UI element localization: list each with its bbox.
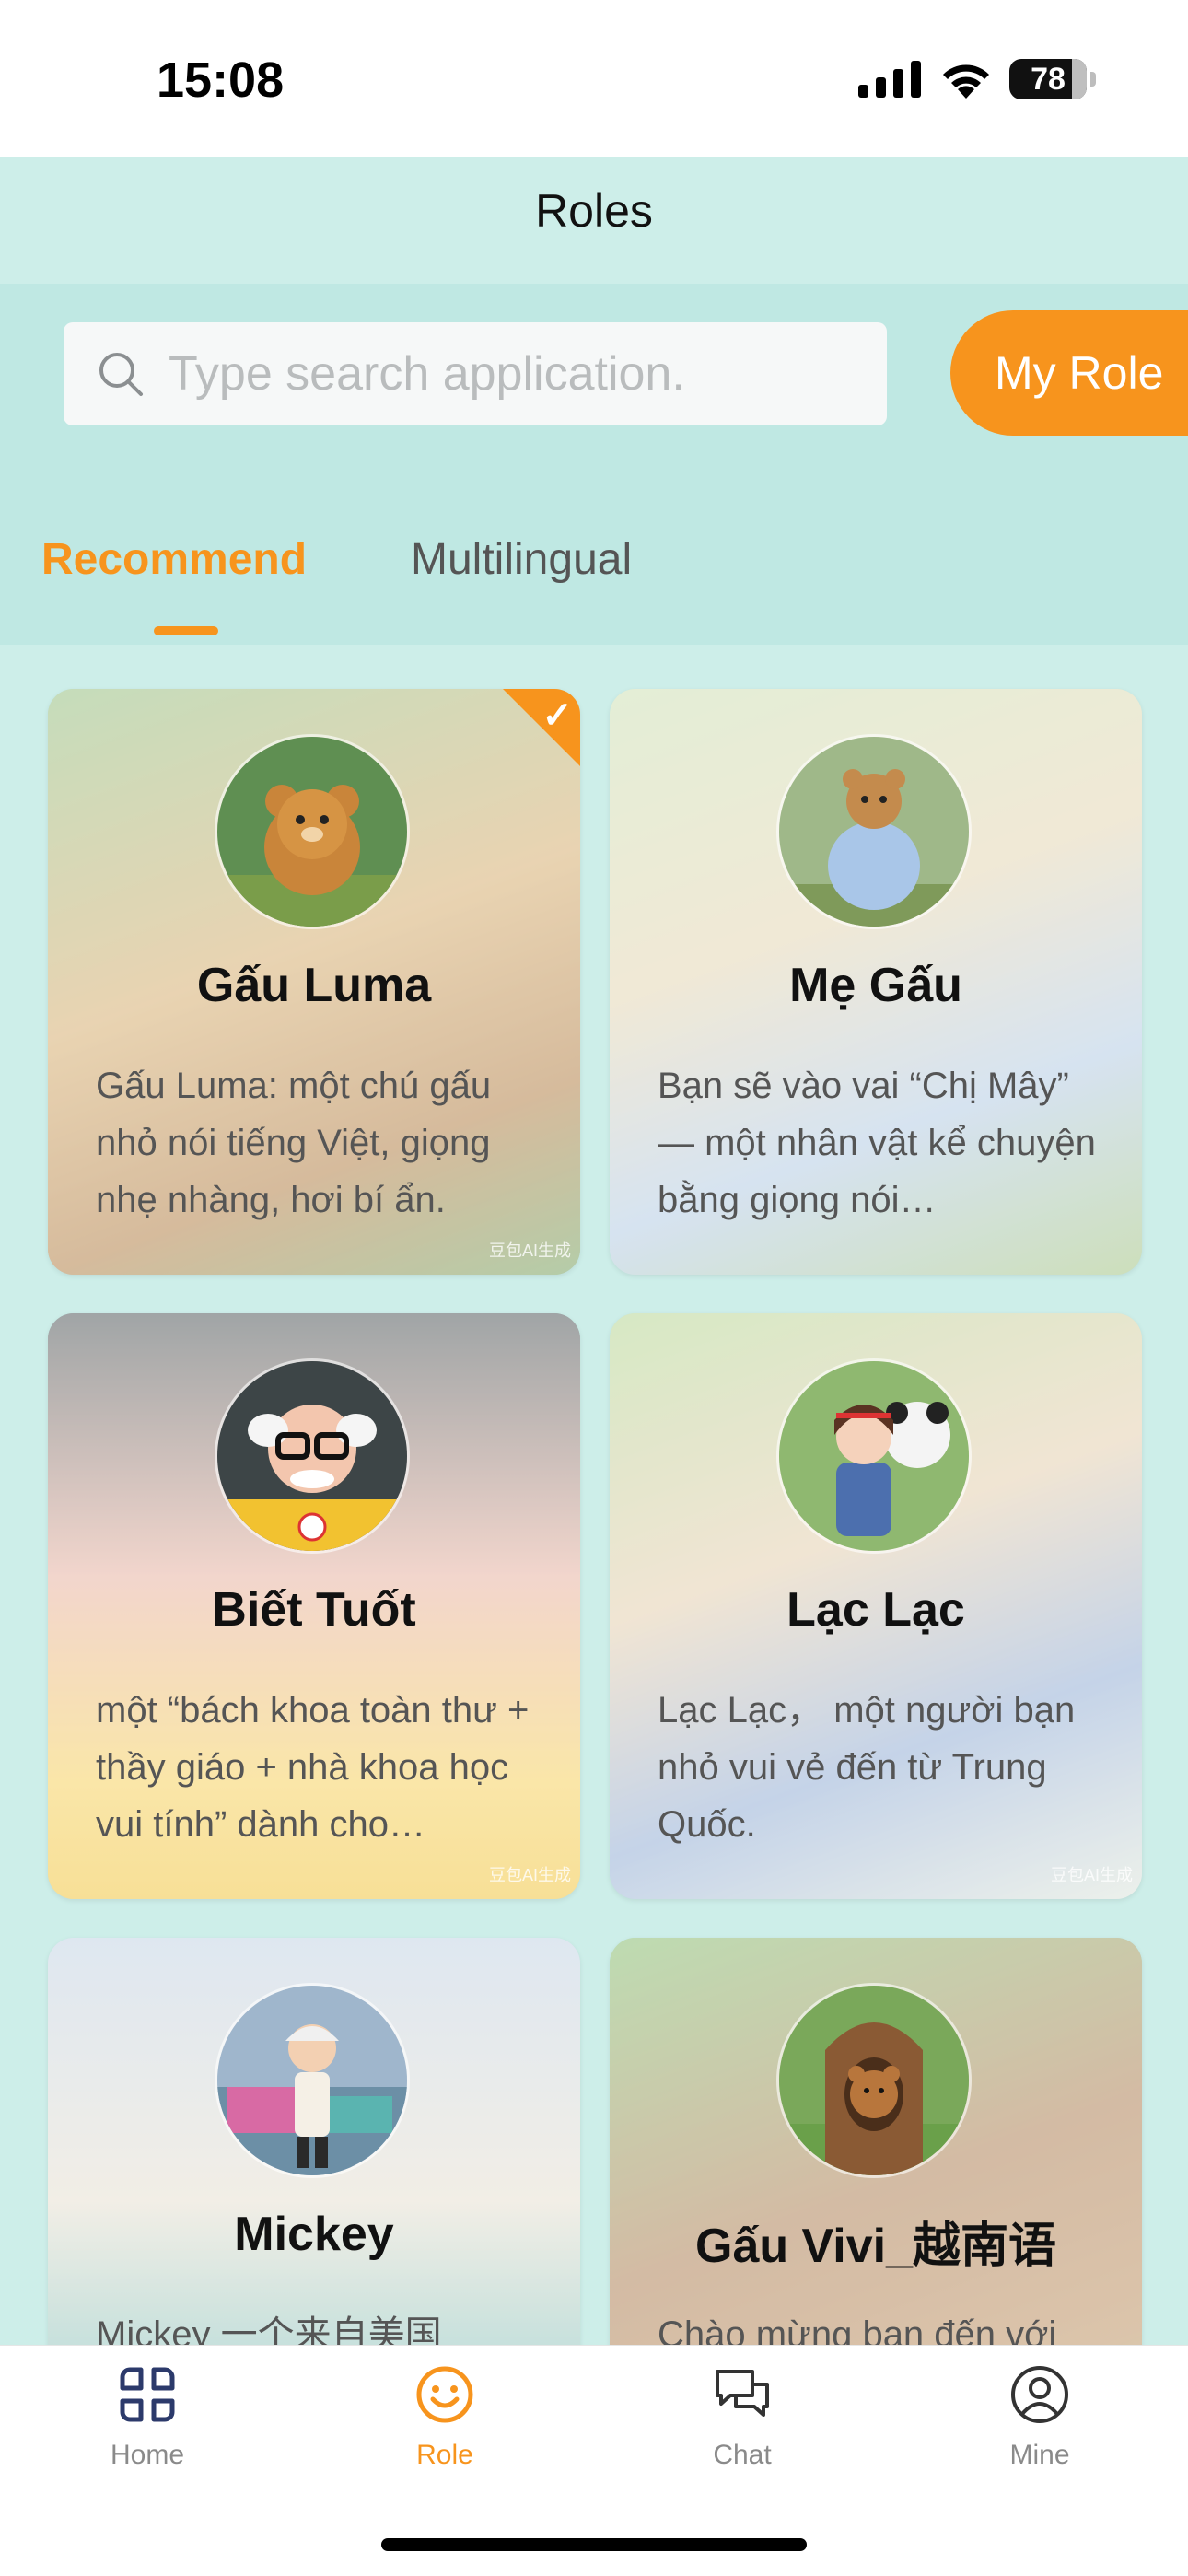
role-name: Lạc Lạc — [786, 1583, 965, 1637]
role-description: Bạn sẽ vào vai “Chị Mây” — một nhân vật … — [658, 1066, 1096, 1220]
role-card-lac-lac[interactable]: Lạc Lạc Lạc Lạc， một người bạn nhỏ vui v… — [610, 1313, 1142, 1899]
tab-multilingual[interactable]: Multilingual — [411, 534, 632, 585]
user-circle-icon — [1011, 2366, 1068, 2423]
ai-watermark: 豆包AI生成 — [488, 1866, 571, 1884]
role-name: Mẹ Gấu — [789, 959, 962, 1012]
tab-recommend[interactable]: Recommend — [41, 534, 307, 585]
role-avatar — [779, 1986, 969, 2175]
role-name: Mickey — [234, 2208, 394, 2261]
my-role-button[interactable]: My Role — [950, 310, 1188, 436]
smiley-icon — [416, 2366, 473, 2423]
home-grid-icon — [120, 2367, 175, 2422]
role-name: Gấu Luma — [196, 959, 432, 1012]
battery-indicator: 78 — [1009, 59, 1096, 99]
search-bar[interactable] — [64, 322, 887, 425]
role-avatar — [217, 1361, 407, 1551]
role-name: Biết Tuốt — [212, 1583, 416, 1637]
nav-home[interactable]: Home — [55, 2364, 239, 2471]
search-icon — [99, 353, 143, 396]
nav-mine-label: Mine — [1009, 2440, 1070, 2470]
checkmark-icon: ✓ — [542, 695, 573, 736]
status-bar: 15:08 78 — [0, 0, 1188, 157]
status-icons: 78 — [858, 55, 1096, 103]
nav-chat-label: Chat — [713, 2440, 772, 2470]
cellular-signal-icon — [858, 61, 921, 98]
chat-bubbles-icon — [716, 2370, 769, 2417]
role-card-biet-tuot[interactable]: Biết Tuốt một “bách khoa toàn thư + thầy… — [48, 1313, 580, 1899]
active-tab-indicator — [154, 626, 218, 635]
battery-level: 78 — [1031, 61, 1066, 97]
role-card-gau-luma[interactable]: Gấu Luma Gấu Luma: một chú gấu nhỏ nói t… — [48, 689, 580, 1275]
role-avatar — [779, 1361, 969, 1551]
nav-home-label: Home — [110, 2440, 185, 2470]
search-input[interactable] — [167, 345, 870, 402]
nav-role[interactable]: Role — [353, 2364, 537, 2471]
role-avatar — [217, 737, 407, 927]
role-card-me-gau[interactable]: Mẹ Gấu Bạn sẽ vào vai “Chị Mây” — một nh… — [610, 689, 1142, 1275]
nav-chat[interactable]: Chat — [650, 2364, 834, 2471]
nav-mine[interactable]: Mine — [948, 2364, 1132, 2471]
role-avatar — [779, 737, 969, 927]
page-title: Roles — [535, 185, 653, 237]
ai-watermark: 豆包AI生成 — [488, 1241, 571, 1260]
status-time: 15:08 — [157, 52, 285, 108]
role-description: Lạc Lạc， một người bạn nhỏ vui vẻ đến từ… — [658, 1690, 1076, 1845]
nav-role-label: Role — [416, 2440, 473, 2470]
role-avatar — [217, 1986, 407, 2175]
ai-watermark: 豆包AI生成 — [1050, 1866, 1133, 1884]
wifi-icon — [943, 64, 989, 99]
role-description: Gấu Luma: một chú gấu nhỏ nói tiếng Việt… — [96, 1066, 492, 1220]
role-description: một “bách khoa toàn thư + thầy giáo + nh… — [96, 1690, 530, 1845]
role-name: Gấu Vivi_越南语 — [694, 2220, 1057, 2273]
home-indicator — [381, 2538, 807, 2551]
